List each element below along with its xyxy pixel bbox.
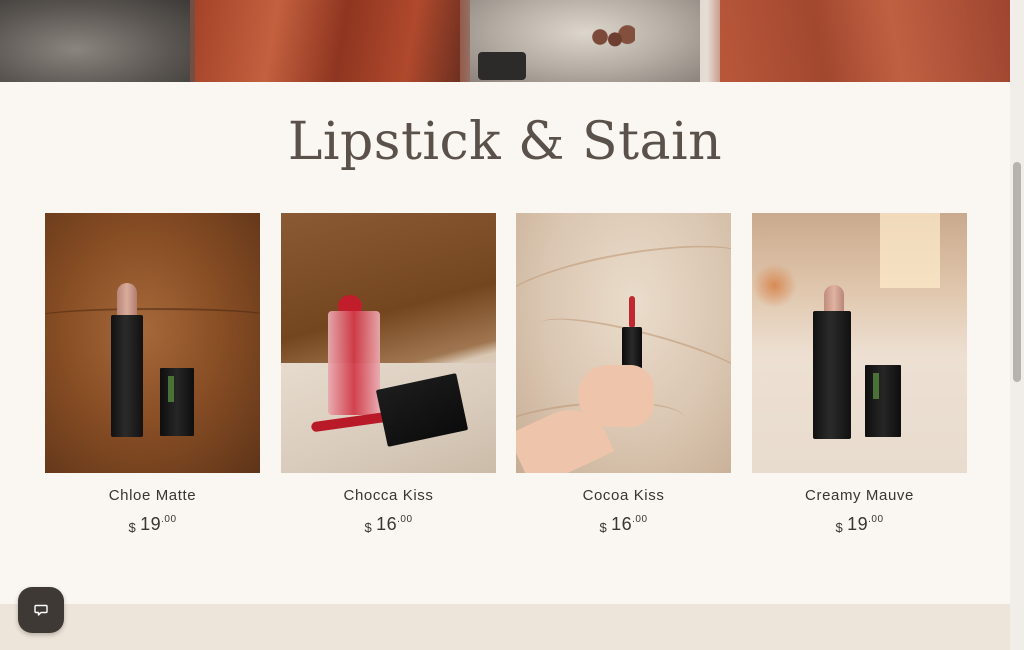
product-name[interactable]: Chloe Matte — [45, 487, 260, 504]
chat-button[interactable] — [18, 587, 64, 633]
product-card[interactable]: Chloe Matte $ 19.00 — [45, 213, 260, 535]
product-name[interactable]: Cocoa Kiss — [516, 487, 731, 504]
product-name[interactable]: Chocca Kiss — [281, 487, 496, 504]
product-card[interactable]: Cocoa Kiss $ 16.00 — [516, 213, 731, 535]
hero-banner-image — [0, 0, 1010, 82]
footer-section — [0, 604, 1010, 650]
product-name[interactable]: Creamy Mauve — [752, 487, 967, 504]
product-card[interactable]: Creamy Mauve $ 19.00 — [752, 213, 967, 535]
page-scrollbar[interactable] — [1010, 0, 1024, 650]
product-image[interactable] — [45, 213, 260, 473]
product-price: $ 19.00 — [835, 514, 884, 535]
product-image[interactable] — [281, 213, 496, 473]
chat-icon — [34, 604, 48, 616]
product-image[interactable] — [752, 213, 967, 473]
scrollbar-thumb[interactable] — [1013, 162, 1021, 382]
product-price: $ 16.00 — [599, 514, 648, 535]
product-image[interactable] — [516, 213, 731, 473]
product-price: $ 16.00 — [364, 514, 413, 535]
product-price: $ 19.00 — [128, 514, 177, 535]
product-card[interactable]: Chocca Kiss $ 16.00 — [281, 213, 496, 535]
collection-title: Lipstick & Stain — [287, 112, 723, 172]
